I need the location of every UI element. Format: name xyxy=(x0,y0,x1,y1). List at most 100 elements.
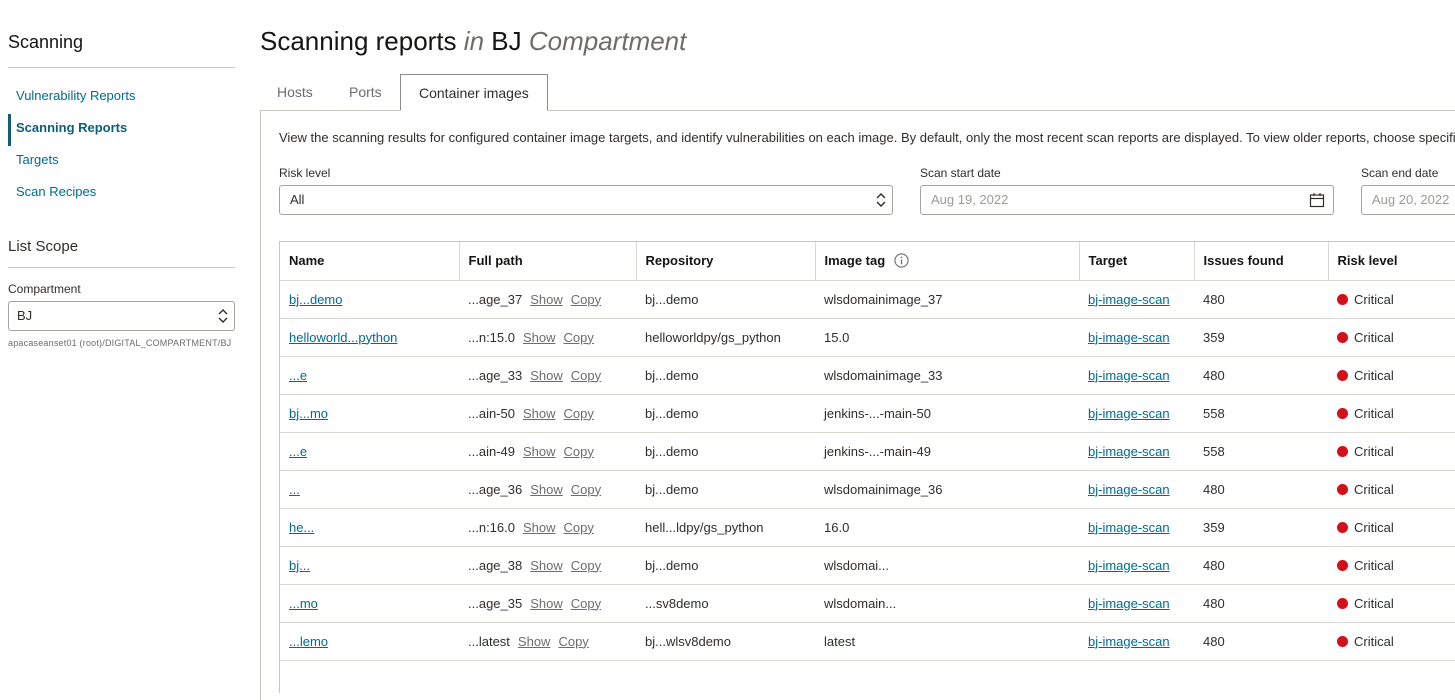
copy-link[interactable]: Copy xyxy=(571,596,601,611)
risk-level-value: Critical xyxy=(1354,367,1394,383)
cell-repository: bj...demo xyxy=(636,394,815,433)
scan-start-date-input[interactable]: Aug 19, 2022 xyxy=(920,185,1334,215)
image-name-link[interactable]: helloworld...python xyxy=(289,330,397,345)
cell-image-tag: jenkins-...-main-49 xyxy=(815,432,1079,471)
table-row: ...e ...age_33 Show Copy bj...demo wlsdomaini… xyxy=(280,356,1455,395)
risk-level-value: Critical xyxy=(1354,633,1394,649)
image-name-link[interactable]: ...e xyxy=(289,444,307,459)
full-path-value: ...latest xyxy=(468,633,510,649)
column-header-repository[interactable]: Repository xyxy=(636,242,816,281)
copy-link[interactable]: Copy xyxy=(571,368,601,383)
column-header-name[interactable]: Name xyxy=(280,242,460,281)
image-name-link[interactable]: ... xyxy=(289,482,300,497)
target-link[interactable]: bj-image-scan xyxy=(1088,368,1170,383)
column-header-target[interactable]: Target xyxy=(1079,242,1195,281)
info-icon[interactable] xyxy=(894,253,909,268)
show-link[interactable]: Show xyxy=(530,482,563,497)
cell-name: bj... xyxy=(280,546,459,585)
target-link[interactable]: bj-image-scan xyxy=(1088,558,1170,573)
copy-link[interactable]: Copy xyxy=(558,634,588,649)
copy-link[interactable]: Copy xyxy=(564,520,594,535)
image-name-link[interactable]: ...lemo xyxy=(289,634,328,649)
column-header-full-path[interactable]: Full path xyxy=(459,242,637,281)
column-header-image-tag[interactable]: Image tag xyxy=(815,242,1080,281)
divider xyxy=(8,267,235,268)
column-header-risk-level[interactable]: Risk level xyxy=(1328,242,1455,281)
image-name-link[interactable]: ...mo xyxy=(289,596,318,611)
list-scope-heading: List Scope xyxy=(8,238,79,255)
show-link[interactable]: Show xyxy=(518,634,551,649)
compartment-value: BJ xyxy=(17,308,33,323)
cell-target: bj-image-scan xyxy=(1079,622,1194,661)
cell-name: ...e xyxy=(280,432,459,471)
critical-status-dot-icon xyxy=(1337,445,1348,457)
cell-full-path: ...ain-49 Show Copy xyxy=(459,432,636,471)
copy-link[interactable]: Copy xyxy=(571,292,601,307)
container-images-table: Name Full path Repository Image tag Targ… xyxy=(279,241,1455,693)
copy-link[interactable]: Copy xyxy=(571,558,601,573)
show-link[interactable]: Show xyxy=(523,406,556,421)
sidebar-item-scanning-reports[interactable]: Scanning Reports xyxy=(8,114,238,146)
table-row: he... ...n:16.0 Show Copy hell...ldpy/gs_pyt… xyxy=(280,508,1455,547)
risk-level-select[interactable]: All xyxy=(279,185,893,215)
cell-risk-level: Critical xyxy=(1328,584,1455,623)
sidebar-item-targets[interactable]: Targets xyxy=(8,146,238,178)
scan-end-date-input[interactable]: Aug 20, 2022 xyxy=(1361,185,1455,215)
description-text: View the scanning results for configured… xyxy=(279,130,1455,145)
target-link[interactable]: bj-image-scan xyxy=(1088,292,1170,307)
image-name-link[interactable]: bj...mo xyxy=(289,406,328,421)
critical-status-dot-icon xyxy=(1337,521,1348,533)
tab-hosts[interactable]: Hosts xyxy=(277,74,313,110)
target-link[interactable]: bj-image-scan xyxy=(1088,596,1170,611)
target-link[interactable]: bj-image-scan xyxy=(1088,330,1170,345)
target-link[interactable]: bj-image-scan xyxy=(1088,634,1170,649)
show-link[interactable]: Show xyxy=(523,444,556,459)
show-link[interactable]: Show xyxy=(523,330,556,345)
image-name-link[interactable]: bj... xyxy=(289,558,310,573)
select-arrows-icon xyxy=(876,193,886,207)
sidebar-nav: Vulnerability Reports Scanning Reports T… xyxy=(8,82,238,210)
cell-name: bj...mo xyxy=(280,394,459,433)
cell-name: helloworld...python xyxy=(280,318,459,357)
risk-level-value: Critical xyxy=(1354,405,1394,421)
copy-link[interactable]: Copy xyxy=(564,444,594,459)
cell-repository: bj...demo xyxy=(636,432,815,471)
compartment-select[interactable]: BJ xyxy=(8,301,235,331)
cell-name: ...mo xyxy=(280,584,459,623)
cell-issues-found: 359 xyxy=(1194,318,1328,357)
show-link[interactable]: Show xyxy=(530,292,563,307)
cell-risk-level: Critical xyxy=(1328,356,1455,395)
sidebar-item-vulnerability-reports[interactable]: Vulnerability Reports xyxy=(8,82,238,114)
sidebar-item-scan-recipes[interactable]: Scan Recipes xyxy=(8,178,238,210)
cell-image-tag: 15.0 xyxy=(815,318,1079,357)
tab-ports[interactable]: Ports xyxy=(349,74,382,110)
risk-level-label: Risk level xyxy=(279,166,331,180)
target-link[interactable]: bj-image-scan xyxy=(1088,444,1170,459)
cell-issues-found: 480 xyxy=(1194,470,1328,509)
full-path-value: ...n:16.0 xyxy=(468,519,515,535)
show-link[interactable]: Show xyxy=(530,368,563,383)
show-link[interactable]: Show xyxy=(530,558,563,573)
cell-image-tag: wlsdomainimage_37 xyxy=(815,280,1079,319)
image-name-link[interactable]: he... xyxy=(289,520,314,535)
target-link[interactable]: bj-image-scan xyxy=(1088,482,1170,497)
calendar-icon[interactable] xyxy=(1309,192,1325,208)
cell-repository: ...sv8demo xyxy=(636,584,815,623)
target-link[interactable]: bj-image-scan xyxy=(1088,520,1170,535)
target-link[interactable]: bj-image-scan xyxy=(1088,406,1170,421)
cell-image-tag: jenkins-...-main-50 xyxy=(815,394,1079,433)
copy-link[interactable]: Copy xyxy=(564,330,594,345)
compartment-label: Compartment xyxy=(8,282,81,296)
full-path-value: ...age_37 xyxy=(468,291,523,307)
cell-issues-found: 480 xyxy=(1194,584,1328,623)
scan-start-date-value: Aug 19, 2022 xyxy=(931,192,1009,207)
image-name-link[interactable]: ...e xyxy=(289,368,307,383)
copy-link[interactable]: Copy xyxy=(571,482,601,497)
tab-container-images[interactable]: Container images xyxy=(400,74,548,111)
copy-link[interactable]: Copy xyxy=(564,406,594,421)
tab-bar: Hosts Ports Container images xyxy=(260,74,1455,111)
image-name-link[interactable]: bj...demo xyxy=(289,292,342,307)
show-link[interactable]: Show xyxy=(530,596,563,611)
column-header-issues-found[interactable]: Issues found xyxy=(1194,242,1329,281)
show-link[interactable]: Show xyxy=(523,520,556,535)
